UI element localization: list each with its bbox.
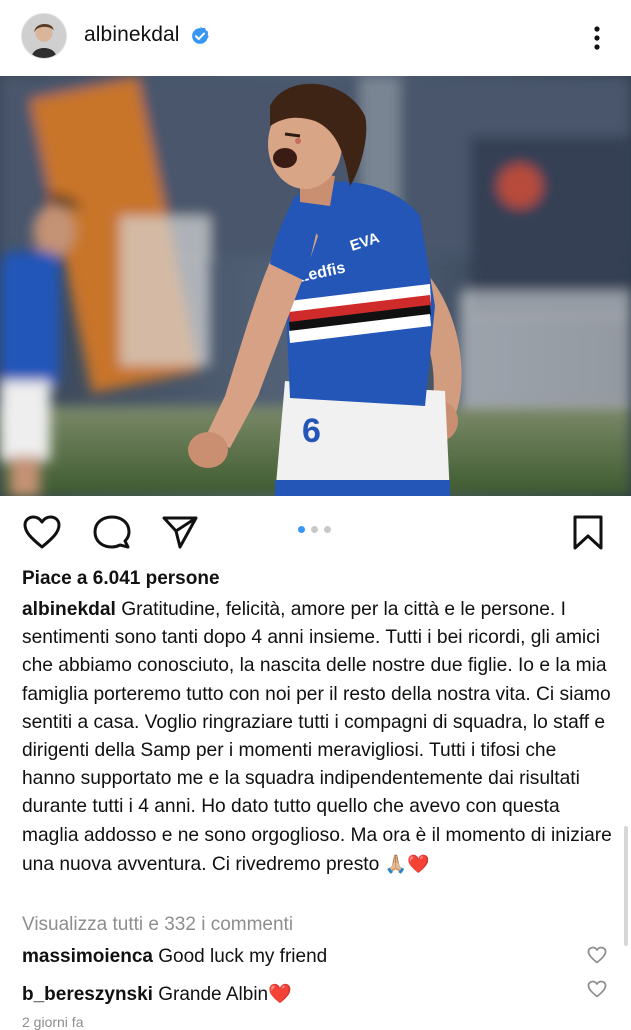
view-all-comments-link[interactable]: Visualizza tutti e 332 i commenti (22, 914, 293, 936)
carousel-indicator (298, 526, 338, 536)
post-username[interactable]: albinekdal (84, 23, 180, 47)
comment-row: massimoienca Good luck my friend (22, 946, 327, 968)
post-header: albinekdal (0, 0, 631, 76)
heart-icon[interactable] (587, 946, 607, 964)
caption-emoji: 🙏🏼❤️ (384, 853, 430, 874)
more-options-icon[interactable] (584, 22, 610, 54)
caption-text: Gratitudine, felicità, amore per la citt… (22, 599, 612, 875)
send-icon[interactable] (160, 514, 200, 550)
comment-username[interactable]: b_bereszynski (22, 984, 153, 1005)
likes-count[interactable]: Piace a 6.041 persone (22, 568, 220, 590)
carousel-dot (311, 526, 318, 533)
bookmark-icon[interactable] (568, 514, 608, 550)
comment-text: Good luck my friend (158, 946, 328, 967)
heart-icon[interactable] (22, 514, 62, 550)
post-time-ago: 2 giorni fa (22, 1014, 84, 1030)
shorts-number: 6 (302, 412, 321, 450)
scrollbar[interactable] (624, 826, 628, 946)
caption-username[interactable]: albinekdal (22, 599, 116, 620)
comment-username[interactable]: massimoienca (22, 946, 153, 967)
verified-badge-icon (192, 26, 209, 44)
heart-icon[interactable] (587, 980, 607, 998)
carousel-dot (324, 526, 331, 533)
comment-row: b_bereszynski Grande Albin❤️ (22, 982, 292, 1006)
post-caption: albinekdal Gratitudine, felicità, amore … (22, 596, 612, 879)
comment-icon[interactable] (92, 514, 132, 550)
post-photo[interactable]: 6 Ledfis EVA (0, 76, 631, 496)
comment-text: Grande Albin❤️ (158, 984, 292, 1005)
carousel-dot-active (298, 526, 305, 533)
avatar[interactable] (21, 13, 67, 59)
